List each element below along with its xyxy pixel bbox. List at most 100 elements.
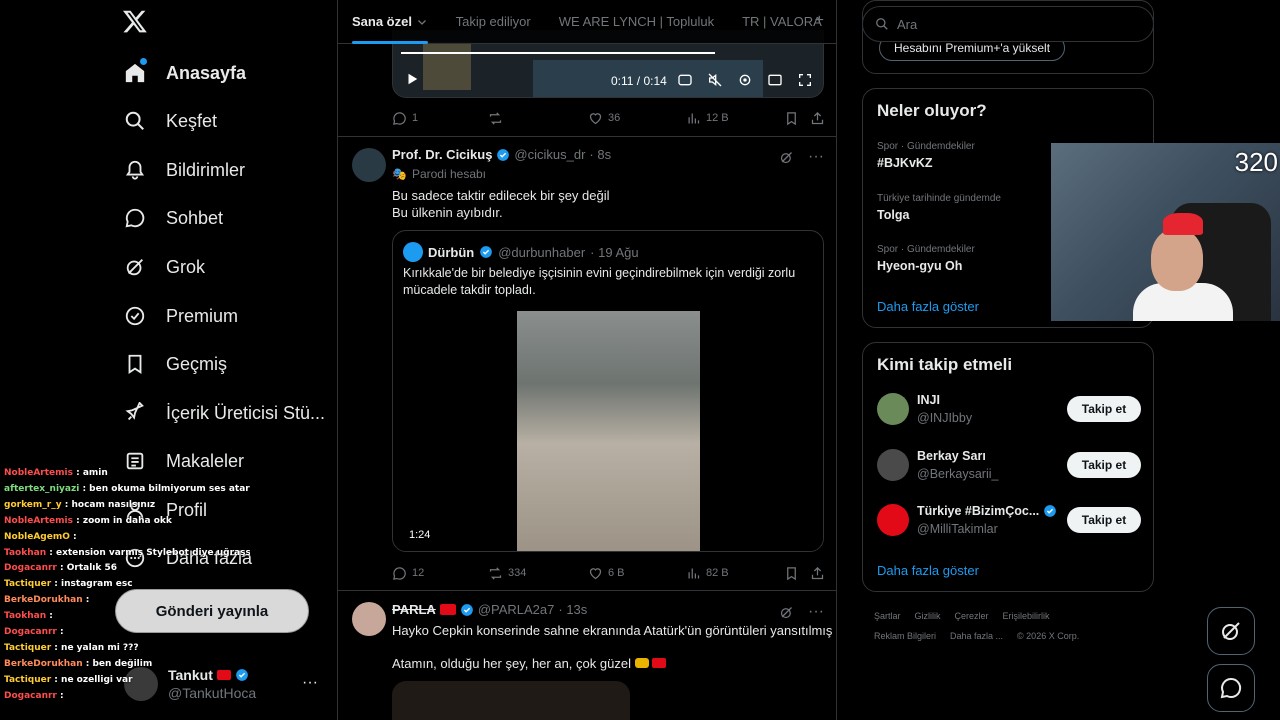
- chat-message: Tactiquer : instagram esc: [0, 577, 250, 593]
- chat-message: Dogacanrr :: [0, 625, 250, 641]
- quote-video[interactable]: 1:24: [393, 311, 823, 551]
- rocket-icon: [122, 400, 148, 426]
- messages-fab[interactable]: [1207, 664, 1255, 712]
- footer-link[interactable]: Şartlar: [874, 611, 901, 621]
- fullscreen-icon[interactable]: [797, 72, 813, 88]
- chat-text: :: [69, 531, 77, 542]
- nav-label: Anasayfa: [166, 62, 247, 83]
- tweet3-header: PARLA @PARLA2a7 · 13s: [392, 602, 587, 617]
- nav-chat[interactable]: Sohbet: [122, 198, 223, 238]
- retweet-button[interactable]: 334: [488, 566, 526, 581]
- verified-badge-icon: [480, 246, 493, 258]
- grok-icon[interactable]: [779, 605, 794, 620]
- nav-premium[interactable]: Premium: [122, 296, 238, 336]
- share-button[interactable]: [810, 566, 825, 581]
- quote-text: Kırıkkale'de bir belediye işçisinin evin…: [403, 266, 796, 297]
- add-tab-icon[interactable]: +: [815, 12, 824, 30]
- grok-icon[interactable]: [779, 150, 794, 165]
- search-input[interactable]: Ara: [897, 17, 917, 32]
- follow-suggestion[interactable]: Berkay Sarı @Berkaysarii_ Takip et: [877, 445, 1141, 485]
- nav-bookmarks[interactable]: Geçmiş: [122, 344, 227, 384]
- nav-grok[interactable]: Grok: [122, 247, 205, 287]
- viewer-count: 320: [1234, 147, 1278, 177]
- timestamp[interactable]: · 8s: [589, 147, 611, 162]
- more-dots-icon[interactable]: ···: [302, 674, 318, 692]
- trend-item[interactable]: Spor · Gündemdekiler Hyeon-gyu Oh: [877, 244, 975, 273]
- turkey-flag-icon: [652, 658, 667, 668]
- follow-button[interactable]: Takip et: [1067, 507, 1141, 533]
- grok-icon: [122, 254, 148, 280]
- like-button[interactable]: 6 B: [588, 566, 625, 581]
- nav-creator-studio[interactable]: İçerik Üreticisi Stü...: [122, 393, 325, 433]
- chart-bars-icon: [688, 568, 700, 578]
- nav-notifications[interactable]: Bildirimler: [122, 150, 245, 190]
- chat-message: Tactiquer : ne yalan mi ???: [0, 641, 250, 657]
- bookmark-button[interactable]: [784, 111, 799, 126]
- chat-message: Taokhan : extension varmış Stylebot diye…: [0, 546, 250, 562]
- chat-message: BerkeDorukhan :: [0, 593, 250, 609]
- retweet-button[interactable]: [488, 111, 503, 126]
- main-timeline: Sana özel Takip ediliyor WE ARE LYNCH | …: [337, 0, 837, 720]
- follow-suggestion[interactable]: INJI @INJIbby Takip et: [877, 389, 1141, 429]
- timeline-tabs: Sana özel Takip ediliyor WE ARE LYNCH | …: [338, 0, 836, 44]
- tweet-media[interactable]: [392, 681, 630, 720]
- avatar[interactable]: [352, 602, 386, 636]
- chat-message: NobleArtemis : zoom in daha okk: [0, 514, 250, 530]
- play-icon[interactable]: [405, 72, 419, 86]
- follow-button[interactable]: Takip et: [1067, 452, 1141, 478]
- follow-name-text: INJI: [917, 393, 940, 407]
- search-icon: [122, 108, 148, 134]
- person-hair: [1163, 213, 1203, 235]
- settings-gear-icon[interactable]: [737, 72, 753, 88]
- mute-icon[interactable]: [707, 72, 723, 88]
- footer-link[interactable]: Daha fazla ...: [950, 631, 1003, 641]
- avatar: [877, 449, 909, 481]
- reply-button[interactable]: 12: [392, 566, 424, 581]
- nav-label: Premium: [166, 305, 239, 326]
- author-name[interactable]: PARLA: [392, 602, 436, 617]
- author-handle[interactable]: @cicikus_dr: [514, 147, 585, 162]
- author-name[interactable]: Prof. Dr. Cicikuş: [392, 147, 492, 162]
- captions-icon[interactable]: [677, 72, 693, 88]
- views-button[interactable]: 12 B: [686, 111, 729, 126]
- quoted-tweet[interactable]: Dürbün @durbunhaber · 19 Ağu Kırıkkale'd…: [392, 230, 824, 552]
- verified-badge-icon: [460, 603, 473, 616]
- tab-for-you[interactable]: Sana özel: [338, 0, 442, 44]
- share-button[interactable]: [810, 111, 825, 126]
- tweet2-actions: 12 334 6 B 82 B: [392, 563, 824, 583]
- follow-button[interactable]: Takip et: [1067, 396, 1141, 422]
- grok-fab[interactable]: [1207, 607, 1255, 655]
- pip-icon[interactable]: [767, 72, 783, 88]
- turkey-flag-icon: [439, 604, 456, 615]
- footer-link[interactable]: Gizlilik: [915, 611, 941, 621]
- trend-item[interactable]: Spor · Gündemdekiler #BJKvKZ: [877, 141, 975, 170]
- video-progress-bar[interactable]: [401, 52, 715, 54]
- video-thumbnail: [423, 42, 471, 90]
- bookmark-button[interactable]: [784, 566, 799, 581]
- tab-following[interactable]: Takip ediliyor: [442, 0, 545, 44]
- views-button[interactable]: 82 B: [686, 566, 729, 581]
- chevron-down-icon: [417, 19, 426, 25]
- show-more-link[interactable]: Daha fazla göster: [877, 299, 979, 314]
- trend-item[interactable]: Türkiye tarihinde gündemde Tolga: [877, 193, 1001, 222]
- who-to-follow-panel: Kimi takip etmeli INJI @INJIbby Takip et…: [862, 342, 1154, 592]
- footer-link[interactable]: Erişilebilirlik: [1003, 611, 1050, 621]
- x-logo-icon[interactable]: [122, 8, 150, 36]
- quote-author-handle: @durbunhaber: [498, 244, 586, 260]
- more-dots-icon[interactable]: ···: [808, 603, 824, 621]
- reply-button[interactable]: 1: [392, 111, 418, 126]
- follow-suggestion[interactable]: Türkiye #BizimÇoc... @MilliTakimlar Taki…: [877, 500, 1141, 540]
- like-button[interactable]: 36: [588, 111, 620, 126]
- search-bar[interactable]: Ara: [862, 6, 1154, 42]
- avatar[interactable]: [352, 148, 386, 182]
- more-dots-icon[interactable]: ···: [808, 148, 824, 166]
- author-handle[interactable]: @PARLA2a7: [478, 602, 555, 617]
- nav-home[interactable]: Anasayfa: [122, 53, 246, 93]
- nav-explore[interactable]: Keşfet: [122, 101, 217, 141]
- timestamp[interactable]: · 13s: [558, 602, 587, 617]
- show-more-link[interactable]: Daha fazla göster: [877, 563, 979, 578]
- chat-message: NobleArtemis : amin: [0, 466, 250, 482]
- tab-community-lynch[interactable]: WE ARE LYNCH | Topluluk: [545, 0, 728, 44]
- footer-link[interactable]: Reklam Bilgileri: [874, 631, 936, 641]
- footer-link[interactable]: Çerezler: [955, 611, 989, 621]
